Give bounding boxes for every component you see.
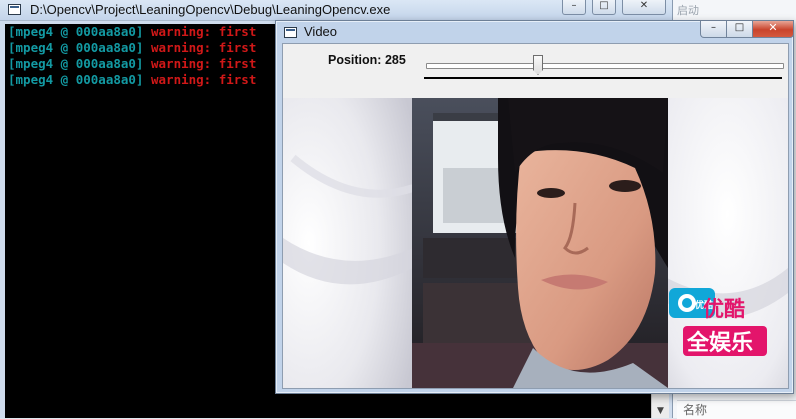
log-message: warning: first [151,72,257,87]
console-minimize-button[interactable]: – [562,0,586,15]
video-frame: 优酷C 优酷 全娱乐 [283,98,788,388]
opencv-window-icon [284,27,297,38]
video-minimize-button[interactable]: – [700,21,727,38]
position-trackbar-row: Position: 285 [283,44,788,98]
scroll-down-arrow-icon[interactable]: ▼ [652,404,669,418]
video-window-title: Video [304,24,338,39]
video-maximize-button[interactable]: □ [726,21,753,38]
log-prefix: [mpeg4 @ 000aa8a0] [8,40,144,55]
log-prefix: [mpeg4 @ 000aa8a0] [8,24,144,39]
position-slider-track[interactable] [426,63,784,69]
video-frame-image: 优酷C 优酷 全娱乐 [283,98,788,388]
video-close-button[interactable]: ✕ [752,21,794,38]
log-message: warning: first [151,56,257,71]
console-titlebar[interactable]: D:\Opencv\Project\LeaningOpencv\Debug\Le… [0,0,672,21]
launch-label: 启动 [677,5,699,17]
log-prefix: [mpeg4 @ 000aa8a0] [8,72,144,87]
log-prefix: [mpeg4 @ 000aa8a0] [8,56,144,71]
console-close-button[interactable]: ✕ [622,0,666,15]
log-message: warning: first [151,24,257,39]
trackbar-baseline [424,77,782,79]
video-client-area: Position: 285 优酷C 优酷 全娱乐 [282,43,789,389]
console-window-icon [8,4,21,15]
position-label: Position: 285 [328,53,406,67]
console-maximize-button[interactable]: □ [592,0,616,15]
watermark-line2: 全娱乐 [686,330,753,356]
video-titlebar[interactable]: Video – □ ✕ [276,21,794,43]
video-window: Video – □ ✕ Position: 285 优酷C 优酷 全娱乐 [275,20,794,394]
watermark-line1: 优酷 [703,297,745,321]
position-slider-thumb[interactable] [533,55,543,75]
log-message: warning: first [151,40,257,55]
console-title: D:\Opencv\Project\LeaningOpencv\Debug\Le… [30,2,391,17]
name-column-header[interactable]: 名称 [677,400,796,419]
